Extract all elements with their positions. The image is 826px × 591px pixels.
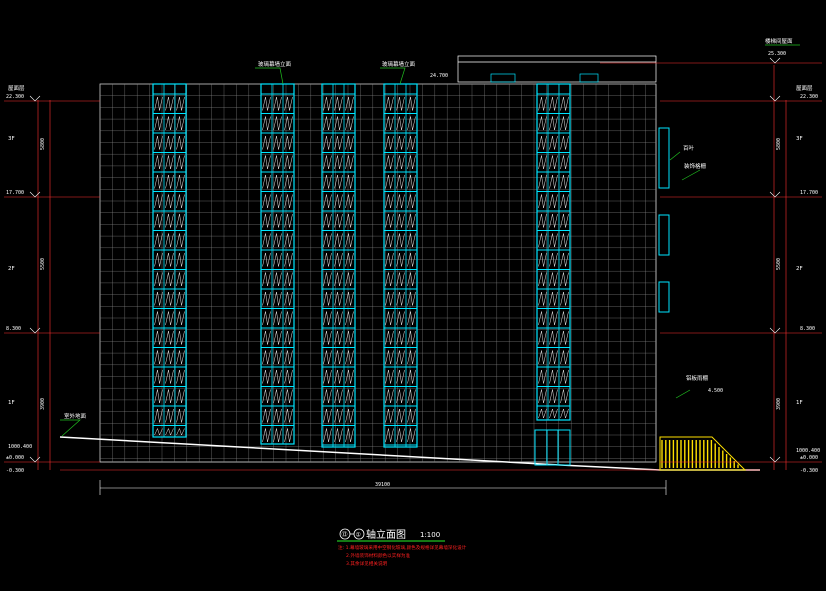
level-label: 1F [8, 400, 15, 406]
level-elevation: -0.300 [6, 468, 24, 474]
dimension-value: 5500 [40, 258, 46, 270]
curtain-wall-column [260, 83, 295, 445]
axis-end-marker: ① [356, 532, 361, 539]
roof-top-label: 楼梯间屋面 [765, 37, 793, 45]
side-windows [658, 127, 670, 313]
parapet-elevation: 24.700 [430, 73, 448, 79]
annotation-canopy: 铝板雨棚 [686, 374, 709, 382]
level-elevation: 17.700 [6, 190, 24, 196]
roof-top-elev: 25.300 [768, 51, 786, 57]
level-elevation: ±0.000 [6, 455, 24, 461]
overall-width: 39100 [375, 482, 390, 488]
level-label: 2F [8, 266, 15, 272]
dimension-value: 5800 [40, 138, 46, 150]
level-elevation: -0.300 [800, 468, 818, 474]
level-elevation: 22.300 [6, 94, 24, 100]
level-elevation: 17.700 [800, 190, 818, 196]
ground-right-elev: 1000.400 [796, 448, 820, 454]
roof-penthouse [457, 55, 657, 83]
level-label: 屋面层 [796, 85, 813, 92]
axis-start-marker: ⑬ [342, 531, 348, 539]
level-label: 3F [8, 136, 15, 142]
level-elevation: 8.300 [6, 326, 21, 332]
drawing-scale: 1:100 [420, 531, 440, 539]
annotation-louver2: 装饰格栅 [684, 162, 707, 170]
annotation-outdoor-ground: 室外地面 [64, 412, 87, 420]
right-level-labels: 屋面层 22.300 3F 17.700 2F 8.300 1F ±0.000 -0.300 [796, 85, 818, 474]
curtain-walls [152, 83, 571, 448]
annotation-curtain-1: 玻璃幕墙立面 [258, 60, 292, 68]
curtain-wall-column [536, 83, 571, 421]
ground-left-elev: 1000.400 [8, 444, 32, 450]
annotation-louver: 百叶 [683, 144, 695, 152]
note-line-1: 注: 1.幕墙玻璃采用中空钢化玻璃,颜色及规格详见幕墙深化设计 [338, 544, 467, 551]
left-level-labels: 屋面层 22.300 3F 17.700 2F 8.300 1F ±0.000 -0.300 [6, 85, 25, 474]
level-label: 2F [796, 266, 803, 272]
exterior-stair [659, 436, 747, 471]
left-dimension-values: 3900 5500 5800 [40, 138, 46, 410]
level-label: 1F [796, 400, 803, 406]
level-label: 屋面层 [8, 85, 25, 92]
drawing-title: ⑬ ① 轴立面图 1:100 [337, 528, 445, 542]
right-dimension-values: 3900 5500 5800 [776, 138, 782, 410]
curtain-wall-column [321, 83, 356, 448]
elevation-drawing: 玻璃幕墙立面 玻璃幕墙立面 百叶 装饰格栅 铝板雨棚 4.500 室外地面 24… [4, 37, 822, 567]
level-elevation: ±0.000 [800, 455, 818, 461]
title-text: 轴立面图 [366, 528, 406, 541]
level-elevation: 8.300 [800, 326, 815, 332]
curtain-wall-column [383, 83, 418, 448]
note-line-3: 3.其余详见相关说明 [346, 560, 388, 567]
level-label: 3F [796, 136, 803, 142]
dimension-value: 3900 [776, 398, 782, 410]
entrance-door [534, 429, 571, 466]
annotation-curtain-2: 玻璃幕墙立面 [382, 60, 416, 68]
note-line-2: 2.外墙装饰材料颜色以实样为准 [346, 552, 411, 559]
dimension-value: 5800 [776, 138, 782, 150]
dimension-value: 3900 [40, 398, 46, 410]
level-elevation: 22.300 [800, 94, 818, 100]
curtain-wall-column [152, 83, 187, 438]
dimension-value: 5500 [776, 258, 782, 270]
level-marks [29, 57, 781, 463]
annotation-canopy-elev: 4.500 [708, 388, 723, 394]
